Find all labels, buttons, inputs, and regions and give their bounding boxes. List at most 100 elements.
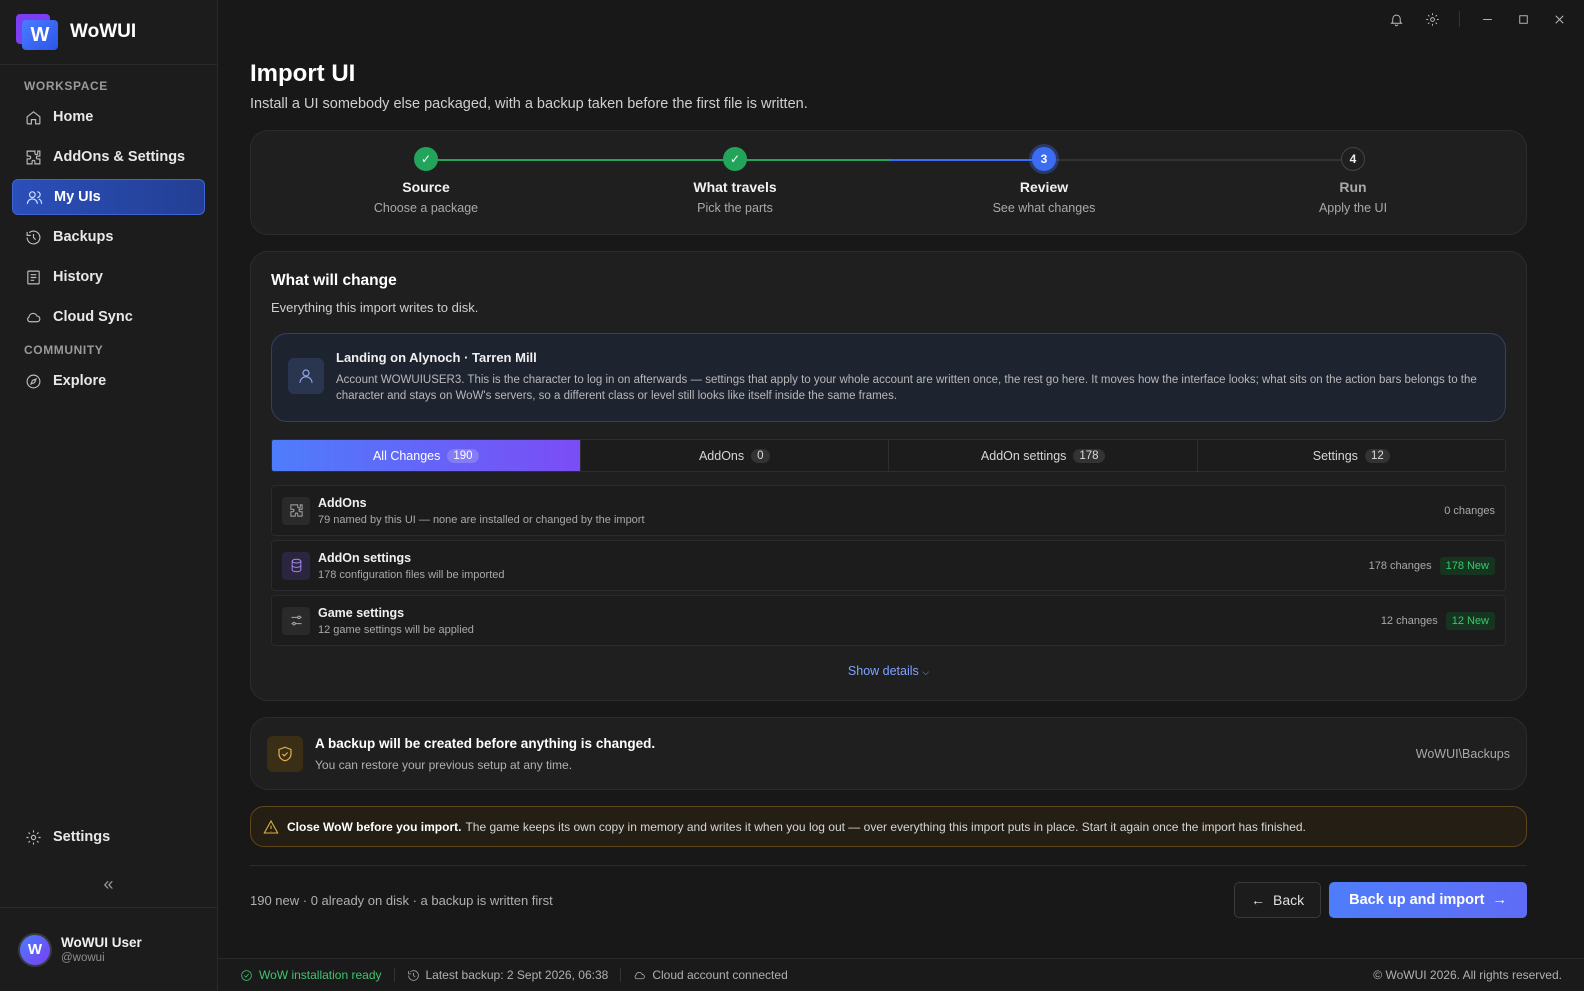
sidebar-item-label: My UIs [54, 189, 101, 205]
backup-and-import-button[interactable]: Back up and import → [1329, 882, 1527, 918]
main-panel: Import UI Install a UI somebody else pac… [218, 0, 1584, 991]
nav-section-community: COMMUNITY [24, 343, 104, 357]
nav-section-workspace: WORKSPACE [24, 79, 108, 93]
changes-card: What will change Everything this import … [250, 251, 1527, 701]
tab-addon-settings[interactable]: AddOn settings 178 [889, 440, 1198, 471]
step-review[interactable]: 3 Review See what changes [944, 147, 1144, 215]
show-details-link[interactable]: Show details ⌵ [251, 664, 1526, 678]
backup-card: A backup will be created before anything… [250, 717, 1527, 790]
arrow-right-icon: → [1492, 892, 1508, 908]
sidebar-item-label: Backups [53, 229, 114, 245]
change-tabs: All Changes 190 AddOns 0 AddOn settings 178… [271, 439, 1506, 472]
users-icon [25, 188, 43, 206]
sidebar-item-explore[interactable]: Explore [12, 363, 205, 399]
brand[interactable]: W WoWUI [0, 0, 217, 65]
page-title: Import UI [250, 60, 356, 87]
change-count: 12 changes [1380, 614, 1438, 627]
step-what-travels[interactable]: ✓ What travels Pick the parts [635, 147, 835, 215]
window-controls [1387, 10, 1568, 28]
status-bar: WoW installation ready Latest backup: 2 … [218, 958, 1584, 991]
sidebar-item-my-uis[interactable]: My UIs [12, 179, 205, 215]
list-item[interactable]: Game settings 12 game settings will be a… [271, 595, 1506, 646]
new-badge: 178 New [1439, 556, 1495, 575]
cloud-icon [24, 308, 42, 326]
step-run[interactable]: 4 Run Apply the UI [1253, 147, 1453, 215]
list-item[interactable]: AddOns 79 named by this UI — none are in… [271, 485, 1506, 536]
check-circle-icon [241, 969, 252, 981]
chevron-down-icon: ⌵ [922, 667, 930, 677]
stepper: ✓ Source Choose a package ✓ What travels… [250, 130, 1527, 235]
changes-title: What will change [271, 272, 397, 289]
page-subtitle: Install a UI somebody else packaged, wit… [250, 96, 808, 112]
tab-settings[interactable]: Settings 12 [1197, 440, 1505, 471]
gear-icon[interactable] [1423, 10, 1441, 28]
changes-subtitle: Everything this import writes to disk. [271, 300, 479, 315]
sidebar-bottom: Settings « W WoWUI User @wowui [0, 817, 217, 991]
sidebar-item-label: Explore [53, 373, 107, 389]
backup-status: Latest backup: 2 Sept 2026, 06:38 [407, 968, 608, 982]
brand-name: WoWUI [70, 21, 137, 42]
tab-addons[interactable]: AddOns 0 [580, 440, 889, 471]
shield-icon [267, 735, 303, 772]
backup-title: A backup will be created before anything… [315, 735, 656, 751]
sidebar-item-settings[interactable]: Settings [12, 819, 205, 855]
content: Import UI Install a UI somebody else pac… [250, 60, 1527, 918]
change-rows: AddOns 79 named by this UI — none are in… [271, 485, 1506, 646]
arrow-left-icon: ← [1251, 892, 1266, 908]
sidebar-item-label: Settings [53, 829, 111, 845]
puzzle-icon [24, 148, 42, 166]
bell-icon[interactable] [1387, 10, 1405, 28]
list-item[interactable]: AddOn settings 178 configuration files w… [271, 540, 1506, 591]
import-summary: 190 new · 0 already on disk · a backup i… [250, 892, 553, 908]
maximize-icon[interactable] [1514, 10, 1532, 28]
landing-title: Landing on Alynoch · Tarren Mill [336, 350, 537, 365]
home-icon [24, 108, 42, 126]
puzzle-icon [282, 496, 310, 525]
backup-path[interactable]: WoWUI\Backups [1416, 747, 1510, 761]
compass-icon [24, 372, 42, 390]
count-badge: 12 [1364, 448, 1390, 463]
sidebar-item-home[interactable]: Home [12, 99, 205, 135]
cloud-status: Cloud account connected [633, 968, 788, 982]
sidebar-item-label: Cloud Sync [53, 309, 133, 325]
close-icon[interactable] [1550, 10, 1568, 28]
user-icon [288, 358, 324, 394]
landing-character-card: Landing on Alynoch · Tarren Mill Account… [271, 333, 1506, 422]
tab-all-changes[interactable]: All Changes 190 [272, 440, 581, 471]
sidebar-item-label: History [53, 269, 103, 285]
count-badge: 0 [751, 448, 770, 463]
gear-icon [24, 828, 42, 846]
warning-icon [263, 819, 279, 834]
divider [250, 865, 1527, 866]
history-icon [24, 228, 42, 246]
logo: W [16, 14, 58, 50]
sidebar-item-history[interactable]: History [12, 259, 205, 295]
count-badge: 190 [447, 448, 479, 463]
cloud-icon [634, 971, 646, 979]
backup-subtitle: You can restore your previous setup at a… [315, 757, 573, 772]
sidebar-item-label: Home [53, 109, 94, 125]
close-wow-warning: Close WoW before you import. The game ke… [250, 806, 1527, 847]
list-icon [24, 268, 42, 286]
database-icon [282, 551, 310, 580]
history-icon [407, 969, 419, 981]
sidebar-item-label: AddOns & Settings [53, 149, 186, 165]
landing-body: Account WOWUIUSER3. This is the characte… [336, 374, 1477, 402]
sidebar-item-cloud-sync[interactable]: Cloud Sync [12, 299, 205, 335]
sidebar-item-addons-settings[interactable]: AddOns & Settings [12, 139, 205, 175]
minimize-icon[interactable] [1478, 10, 1496, 28]
change-count: 178 changes [1368, 559, 1432, 572]
copyright: © WoWUI 2026. All rights reserved. [1373, 968, 1562, 982]
back-button[interactable]: ← Back [1234, 882, 1322, 918]
footer-actions: 190 new · 0 already on disk · a backup i… [250, 882, 1527, 918]
install-status: WoW installation ready [240, 968, 382, 982]
step-source[interactable]: ✓ Source Choose a package [326, 147, 526, 215]
check-icon: ✓ [414, 147, 438, 171]
sidebar-item-backups[interactable]: Backups [12, 219, 205, 255]
user-handle: @wowui [61, 952, 105, 964]
avatar: W [18, 932, 52, 967]
count-badge: 178 [1073, 448, 1105, 463]
sidebar: W WoWUI WORKSPACE Home AddOns & Settings… [0, 0, 218, 991]
user-profile[interactable]: W WoWUI User @wowui [0, 907, 217, 991]
collapse-sidebar-button[interactable]: « [0, 869, 217, 899]
